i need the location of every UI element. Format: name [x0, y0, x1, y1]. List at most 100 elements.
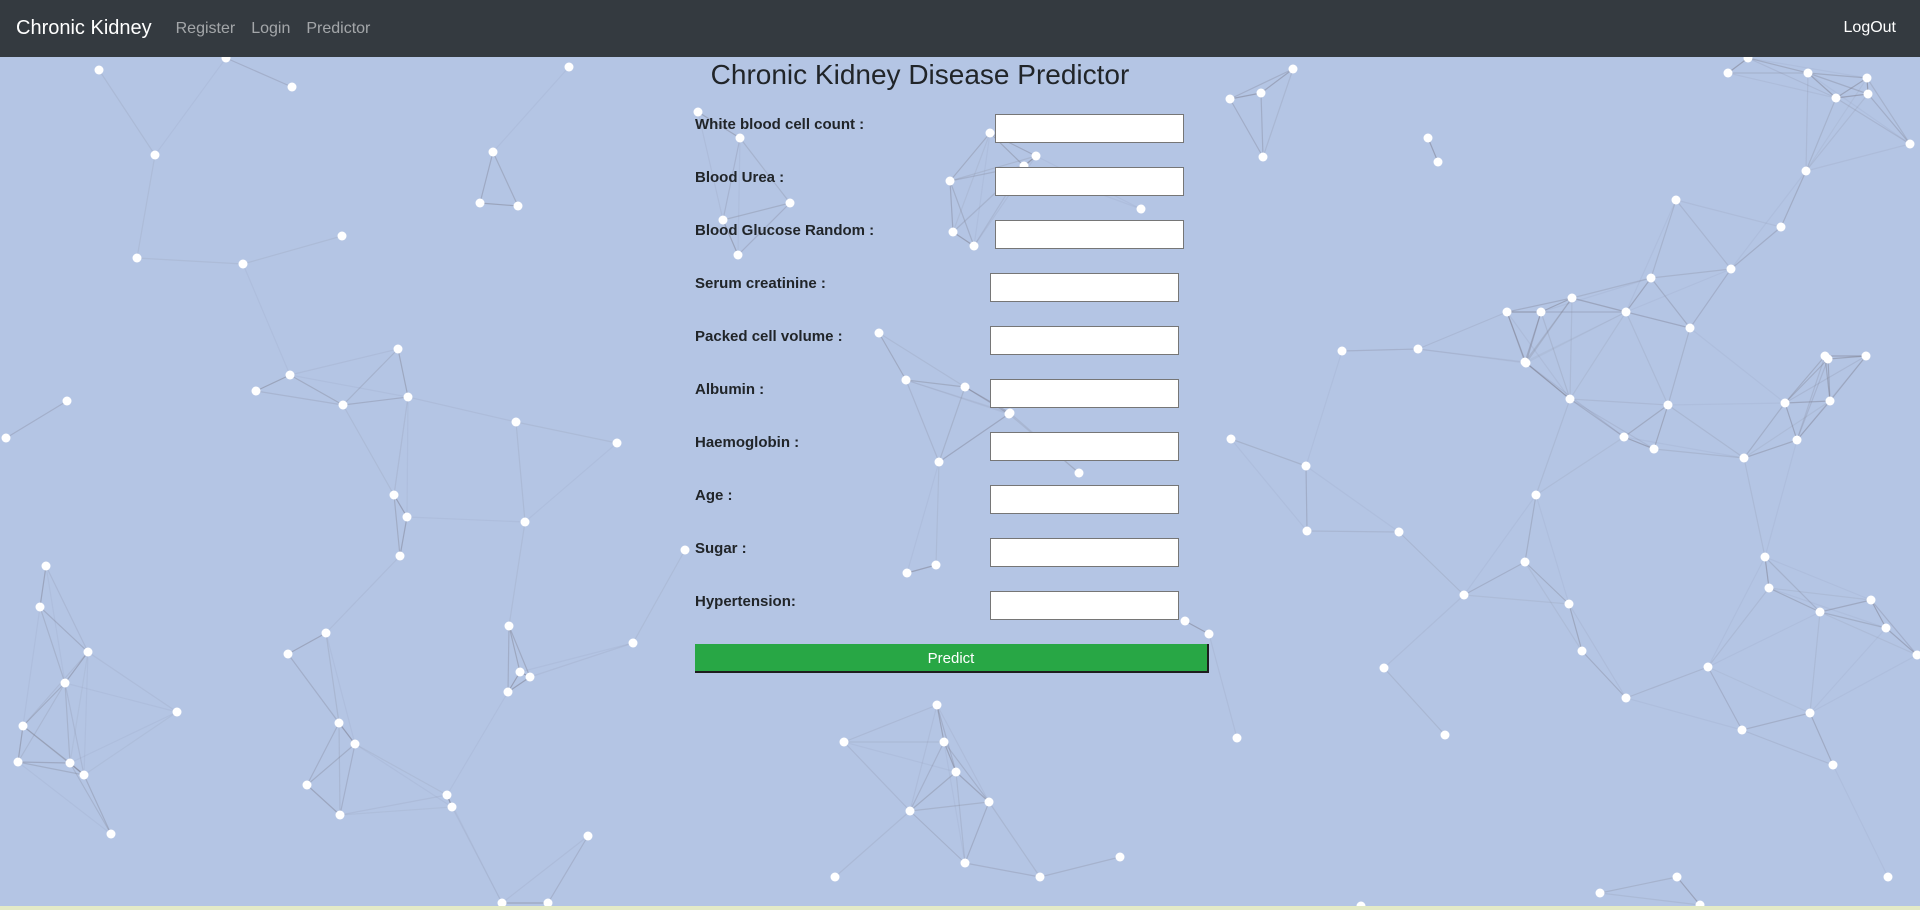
network-line	[964, 862, 1041, 878]
network-node	[960, 858, 970, 868]
network-line	[1417, 348, 1527, 364]
network-node	[321, 628, 331, 638]
network-line	[289, 348, 399, 376]
white-blood-cell-count-input[interactable]	[995, 114, 1184, 143]
albumin-input[interactable]	[990, 379, 1179, 408]
network-line	[1675, 199, 1782, 228]
network-node	[1379, 663, 1389, 673]
bottom-strip	[0, 906, 1920, 910]
network-node	[1035, 872, 1045, 882]
network-node	[951, 767, 961, 777]
network-line	[354, 743, 453, 808]
network-node	[172, 707, 182, 717]
network-node	[969, 241, 979, 251]
network-node	[1828, 760, 1838, 770]
network-line	[1819, 611, 1887, 629]
nav-link-register[interactable]: Register	[176, 20, 236, 38]
network-line	[1832, 764, 1889, 878]
label-blood-glucose-random: Blood Glucose Random :	[695, 222, 875, 239]
network-node	[874, 328, 884, 338]
network-line	[1568, 603, 1583, 652]
hypertension-input[interactable]	[990, 591, 1179, 620]
network-line	[943, 741, 957, 773]
sugar-input[interactable]	[990, 538, 1179, 567]
network-line	[1784, 400, 1831, 404]
network-node	[945, 176, 955, 186]
network-line	[1707, 666, 1811, 714]
network-node	[447, 802, 457, 812]
network-line	[1730, 226, 1782, 270]
logout-link[interactable]: LogOut	[1844, 19, 1896, 37]
network-line	[529, 642, 634, 678]
network-line	[935, 461, 940, 566]
network-line	[83, 711, 178, 776]
serum-creatinine-input[interactable]	[990, 273, 1179, 302]
network-line	[1809, 611, 1821, 714]
network-line	[1653, 404, 1669, 450]
network-line	[1743, 402, 1786, 459]
network-line	[306, 784, 341, 816]
network-node	[1646, 273, 1656, 283]
network-node	[389, 490, 399, 500]
nav-link-predictor[interactable]: Predictor	[306, 20, 370, 38]
network-line	[1743, 439, 1798, 459]
network-line	[1506, 311, 1527, 364]
packed-cell-volume-input[interactable]	[990, 326, 1179, 355]
network-node	[1825, 396, 1835, 406]
network-node	[932, 700, 942, 710]
network-line	[1805, 93, 1869, 172]
network-node	[1862, 73, 1872, 83]
network-line	[393, 396, 409, 496]
network-line	[952, 132, 991, 233]
blood-glucose-random-input[interactable]	[995, 220, 1184, 249]
network-node	[984, 797, 994, 807]
haemoglobin-input[interactable]	[990, 432, 1179, 461]
network-line	[1039, 856, 1121, 878]
network-line	[1599, 892, 1701, 906]
network-line	[1768, 587, 1887, 629]
particle-network-background	[1, 53, 1920, 910]
network-node	[735, 133, 745, 143]
network-line	[289, 374, 409, 398]
network-line	[397, 348, 409, 398]
age-input[interactable]	[990, 485, 1179, 514]
page-title: Chronic Kidney Disease Predictor	[710, 59, 1130, 90]
network-line	[1305, 465, 1308, 532]
network-node	[1204, 629, 1214, 639]
network-node	[1433, 157, 1443, 167]
network-line	[242, 235, 343, 265]
network-line	[1764, 439, 1798, 558]
network-node	[1258, 152, 1268, 162]
network-node	[1703, 662, 1713, 672]
network-line	[1784, 402, 1798, 441]
network-line	[287, 632, 327, 655]
network-node	[62, 396, 72, 406]
network-node	[931, 560, 941, 570]
network-line	[1625, 697, 1743, 731]
network-node	[1621, 693, 1631, 703]
network-line	[1764, 556, 1770, 589]
network-line	[17, 761, 112, 835]
nav-link-login[interactable]: Login	[251, 20, 290, 38]
network-node	[985, 128, 995, 138]
network-node	[65, 758, 75, 768]
network-line	[325, 632, 340, 724]
label-white-blood-cell-count: White blood cell count :	[695, 116, 865, 133]
network-line	[843, 741, 957, 773]
network-line	[1305, 350, 1343, 467]
network-line	[943, 741, 966, 864]
network-node	[83, 647, 93, 657]
brand-link[interactable]: Chronic Kidney	[16, 17, 152, 40]
network-line	[1885, 627, 1918, 656]
predict-button[interactable]: Predict	[695, 644, 1209, 673]
network-line	[325, 555, 401, 634]
network-node	[393, 344, 403, 354]
network-node	[830, 872, 840, 882]
network-node	[1726, 264, 1736, 274]
blood-urea-input[interactable]	[995, 167, 1184, 196]
network-line	[1569, 311, 1627, 400]
network-line	[1707, 611, 1821, 668]
network-line	[479, 202, 519, 207]
network-node	[1301, 461, 1311, 471]
network-node	[948, 227, 958, 237]
